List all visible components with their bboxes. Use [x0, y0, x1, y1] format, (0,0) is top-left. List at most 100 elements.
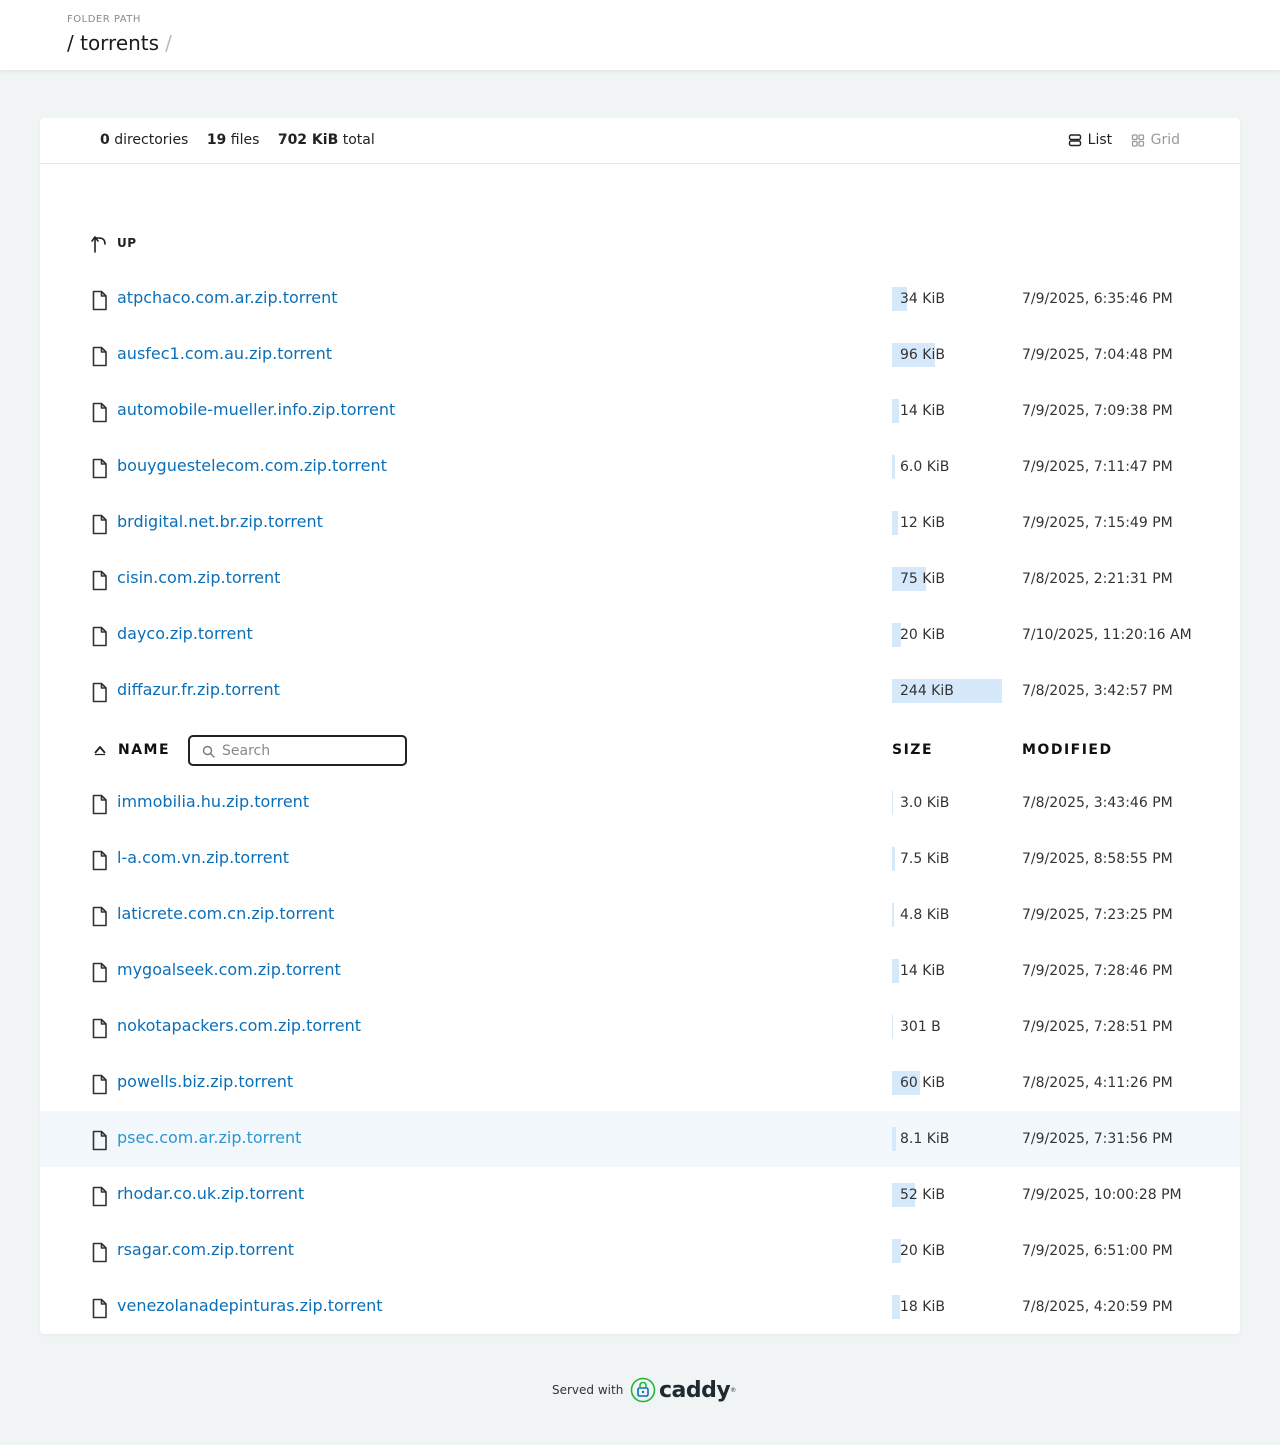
file-size: 34 KiB — [892, 287, 1002, 311]
file-row[interactable]: l-a.com.vn.zip.torrent 7.5 KiB 7/9/2025, 8… — [40, 831, 1240, 887]
file-row[interactable]: rsagar.com.zip.torrent 20 KiB 7/9/2025, 6:… — [40, 1223, 1240, 1279]
file-row[interactable]: brdigital.net.br.zip.torrent 12 KiB 7/9/20… — [40, 495, 1240, 551]
file-size-text: 60 KiB — [900, 1075, 945, 1091]
file-name-link[interactable]: rsagar.com.zip.torrent — [117, 1240, 294, 1259]
file-name-link[interactable]: immobilia.hu.zip.torrent — [117, 792, 309, 811]
file-size-bar — [892, 847, 895, 871]
search-input[interactable] — [222, 741, 398, 761]
file-row[interactable]: cisin.com.zip.torrent 75 KiB 7/8/2025, 2:2… — [40, 551, 1240, 607]
file-size: 14 KiB — [892, 399, 1002, 423]
grid-view-label: Grid — [1150, 132, 1180, 148]
up-directory-row[interactable]: UP — [40, 216, 1240, 272]
file-size: 12 KiB — [892, 511, 1002, 535]
file-icon — [92, 1018, 107, 1039]
file-row[interactable]: dayco.zip.torrent 20 KiB 7/10/2025, 11:20:… — [40, 607, 1240, 663]
file-icon — [92, 514, 107, 535]
breadcrumb: / torrents / — [67, 31, 172, 55]
file-size-text: 301 B — [900, 1019, 941, 1035]
file-row[interactable]: laticrete.com.cn.zip.torrent 4.8 KiB 7/9/2… — [40, 887, 1240, 943]
file-name-link[interactable]: laticrete.com.cn.zip.torrent — [117, 904, 334, 923]
footer: Served with caddy ® — [0, 1376, 1280, 1406]
file-modified: 7/9/2025, 7:04:48 PM — [1022, 347, 1173, 363]
listing-card: 0 directories 19 files 702 KiB total Lis… — [40, 118, 1240, 1334]
file-row[interactable]: nokotapackers.com.zip.torrent 301 B 7/9/20… — [40, 999, 1240, 1055]
file-size: 8.1 KiB — [892, 1127, 1002, 1151]
file-name-link[interactable]: brdigital.net.br.zip.torrent — [117, 512, 323, 531]
file-row[interactable]: automobile-mueller.info.zip.torrent 14 Ki… — [40, 383, 1240, 439]
file-modified: 7/10/2025, 11:20:16 AM — [1022, 627, 1192, 643]
file-name-link[interactable]: bouyguestelecom.com.zip.torrent — [117, 456, 387, 475]
file-modified: 7/9/2025, 7:31:56 PM — [1022, 1131, 1173, 1147]
file-size-text: 96 KiB — [900, 347, 945, 363]
layout-switcher: List Grid — [1054, 132, 1180, 151]
file-modified: 7/8/2025, 4:20:59 PM — [1022, 1299, 1173, 1315]
file-size-bar — [892, 511, 898, 535]
file-row[interactable]: atpchaco.com.ar.zip.torrent 34 KiB 7/9/202… — [40, 271, 1240, 327]
caddy-registered-mark: ® — [730, 1386, 737, 1394]
file-name-link[interactable]: diffazur.fr.zip.torrent — [117, 680, 280, 699]
files-label: files — [230, 132, 260, 148]
file-size-text: 20 KiB — [900, 1243, 945, 1259]
file-row[interactable]: ausfec1.com.au.zip.torrent 96 KiB 7/9/2025… — [40, 327, 1240, 383]
file-modified: 7/8/2025, 3:43:46 PM — [1022, 795, 1173, 811]
file-name-link[interactable]: dayco.zip.torrent — [117, 624, 253, 643]
file-name-link[interactable]: cisin.com.zip.torrent — [117, 568, 280, 587]
file-size-text: 14 KiB — [900, 403, 945, 419]
file-name-link[interactable]: atpchaco.com.ar.zip.torrent — [117, 288, 338, 307]
file-size: 301 B — [892, 1015, 1002, 1039]
modified-column-header[interactable]: MODIFIED — [1022, 742, 1113, 758]
sort-ascending-icon[interactable] — [93, 744, 107, 756]
file-name-link[interactable]: ausfec1.com.au.zip.torrent — [117, 344, 332, 363]
list-view-label: List — [1087, 132, 1113, 148]
caddy-wordmark: caddy — [659, 1377, 731, 1403]
file-row[interactable]: venezolanadepinturas.zip.torrent 18 KiB 7/… — [40, 1279, 1240, 1335]
file-name-link[interactable]: mygoalseek.com.zip.torrent — [117, 960, 341, 979]
file-size-bar — [892, 959, 899, 983]
file-row[interactable]: mygoalseek.com.zip.torrent 14 KiB 7/9/2025… — [40, 943, 1240, 999]
file-name-link[interactable]: l-a.com.vn.zip.torrent — [117, 848, 289, 867]
file-modified: 7/9/2025, 6:35:46 PM — [1022, 291, 1173, 307]
file-size-bar — [892, 791, 893, 815]
directories-count: 0 — [100, 132, 110, 148]
file-row[interactable]: bouyguestelecom.com.zip.torrent 6.0 KiB 7/… — [40, 439, 1240, 495]
total-size: 702 KiB — [277, 132, 339, 148]
file-row[interactable]: powells.biz.zip.torrent 60 KiB 7/8/2025, 4… — [40, 1055, 1240, 1111]
file-size: 75 KiB — [892, 567, 1002, 591]
grid-view-button[interactable]: Grid — [1131, 132, 1180, 148]
file-modified: 7/9/2025, 10:00:28 PM — [1022, 1187, 1182, 1203]
file-name-link[interactable]: automobile-mueller.info.zip.torrent — [117, 400, 395, 419]
size-column-header[interactable]: SIZE — [892, 742, 933, 758]
file-name-link[interactable]: venezolanadepinturas.zip.torrent — [117, 1296, 383, 1315]
search-box[interactable] — [188, 735, 407, 766]
file-name-link[interactable]: rhodar.co.uk.zip.torrent — [117, 1184, 304, 1203]
name-column-header[interactable]: NAME — [118, 742, 170, 758]
file-row[interactable]: diffazur.fr.zip.torrent 244 KiB 7/8/2025, … — [40, 663, 1240, 719]
file-modified: 7/9/2025, 8:58:55 PM — [1022, 851, 1173, 867]
file-row[interactable]: psec.com.ar.zip.torrent 8.1 KiB 7/9/2025, … — [40, 1111, 1240, 1167]
arrow-up-corner-icon — [91, 236, 106, 253]
file-row[interactable]: immobilia.hu.zip.torrent 3.0 KiB 7/8/2025,… — [40, 775, 1240, 831]
file-size-text: 3.0 KiB — [900, 795, 950, 811]
file-icon — [92, 850, 107, 871]
file-size-text: 8.1 KiB — [900, 1131, 950, 1147]
file-row[interactable]: rhodar.co.uk.zip.torrent 52 KiB 7/9/2025, … — [40, 1167, 1240, 1223]
file-icon — [92, 794, 107, 815]
up-label: UP — [117, 236, 137, 250]
file-modified: 7/9/2025, 6:51:00 PM — [1022, 1243, 1173, 1259]
total-label: total — [342, 132, 375, 148]
file-size-text: 4.8 KiB — [900, 907, 950, 923]
file-name-link[interactable]: nokotapackers.com.zip.torrent — [117, 1016, 361, 1035]
file-size: 7.5 KiB — [892, 847, 1002, 871]
file-icon — [92, 1074, 107, 1095]
file-size-text: 75 KiB — [900, 571, 945, 587]
column-header-row: NAME SIZE MODIFIED — [40, 734, 1240, 768]
file-size: 14 KiB — [892, 959, 1002, 983]
list-view-button[interactable]: List — [1068, 132, 1112, 148]
file-size: 20 KiB — [892, 1239, 1002, 1263]
breadcrumb-torrents-link[interactable]: / torrents — [67, 31, 159, 55]
file-name-link[interactable]: psec.com.ar.zip.torrent — [117, 1128, 301, 1147]
file-name-link[interactable]: powells.biz.zip.torrent — [117, 1072, 293, 1091]
directories-label: directories — [114, 132, 189, 148]
caddy-logo-link[interactable]: caddy ® — [630, 1376, 736, 1404]
file-icon — [92, 346, 107, 367]
